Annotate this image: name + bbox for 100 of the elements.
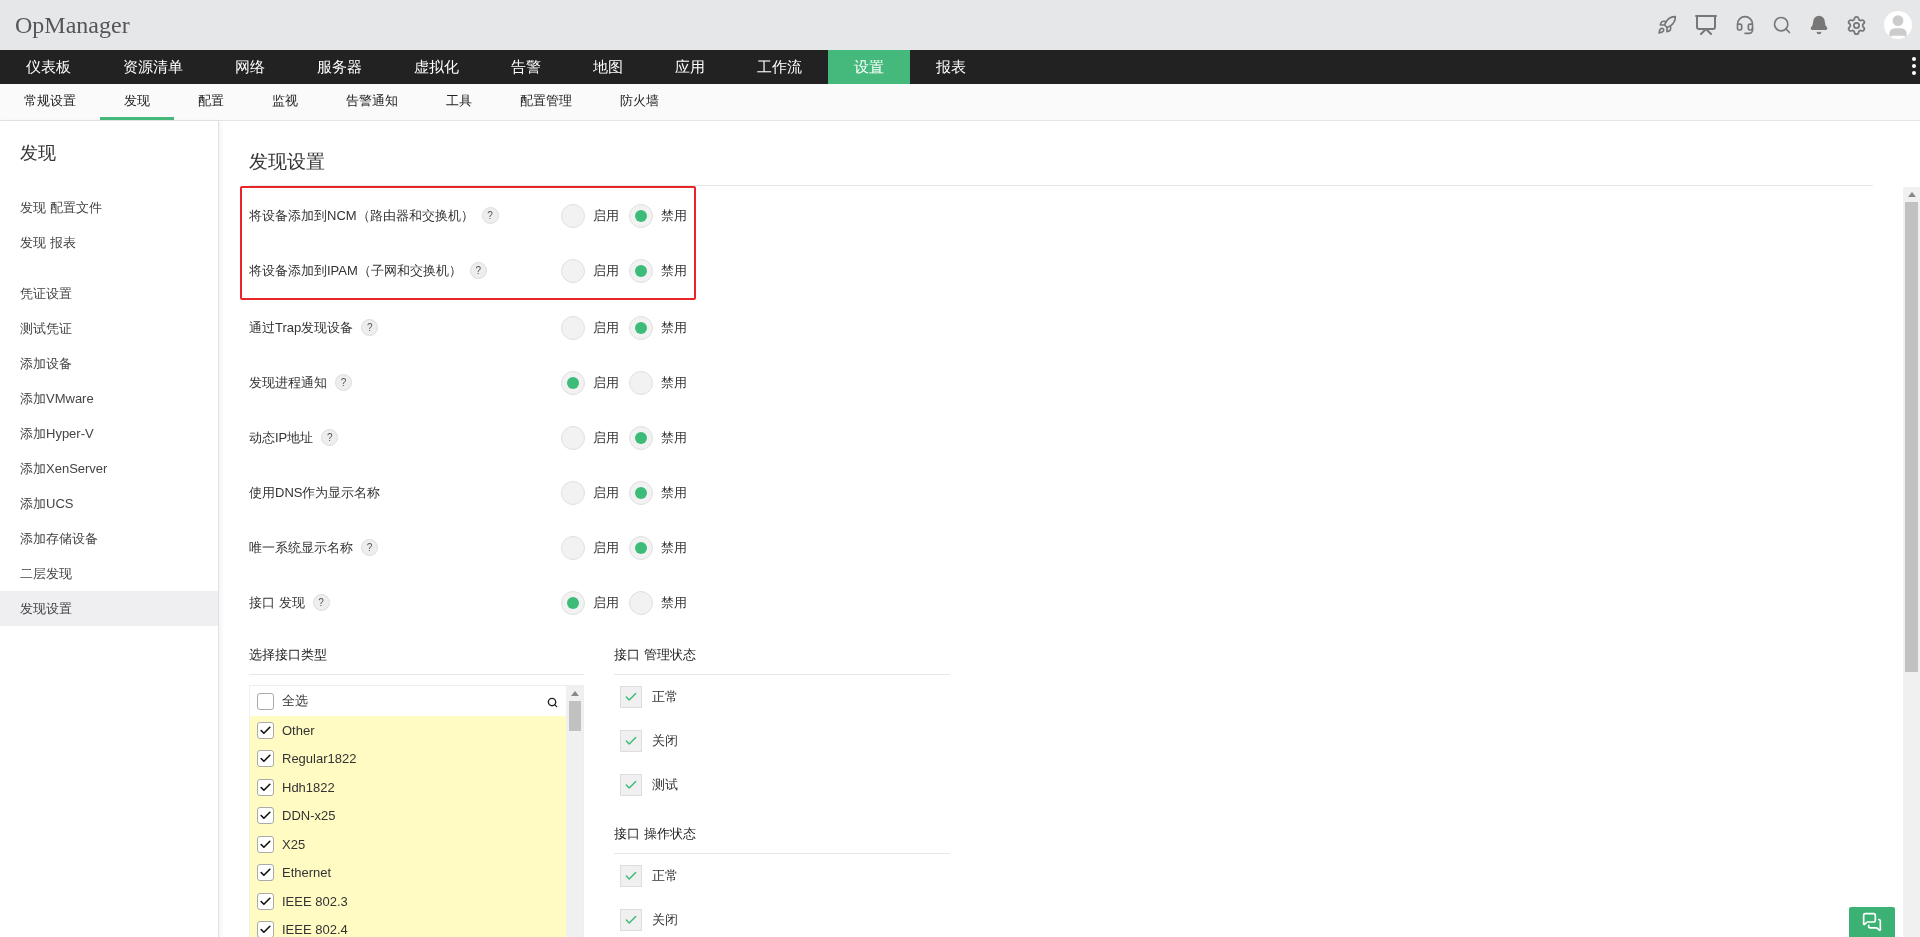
scrollbar[interactable] xyxy=(566,686,583,937)
help-icon[interactable]: ? xyxy=(481,207,499,224)
checkbox-label: DDN-x25 xyxy=(282,808,336,824)
nav-tab[interactable]: 地图 xyxy=(567,50,649,84)
section-title: 接口 操作状态 xyxy=(614,815,950,854)
checkbox-label: 测试 xyxy=(652,776,678,794)
subnav-tab[interactable]: 配置管理 xyxy=(496,84,596,120)
checkbox-label: 正常 xyxy=(652,867,678,885)
checkbox[interactable] xyxy=(257,864,274,882)
setting-label: 接口 发现 xyxy=(249,593,305,612)
rocket-icon[interactable] xyxy=(1657,15,1677,35)
checkbox-label: IEEE 802.3 xyxy=(282,893,348,909)
sidebar-title: 发现 xyxy=(19,142,57,165)
checkbox-label: Regular1822 xyxy=(282,751,357,767)
radio-label: 禁用 xyxy=(661,483,687,502)
subnav-tab[interactable]: 告警通知 xyxy=(322,84,422,120)
radio-button[interactable] xyxy=(629,258,653,283)
radio-button[interactable] xyxy=(629,480,653,505)
radio-button[interactable] xyxy=(561,315,585,340)
checkbox-label: 正常 xyxy=(652,688,678,706)
radio-button[interactable] xyxy=(561,590,585,615)
nav-tab[interactable]: 应用 xyxy=(649,50,731,84)
setting-label: 将设备添加到IPAM（子网和交换机） xyxy=(249,261,462,280)
sidebar-item[interactable]: 添加VMware xyxy=(0,381,218,416)
sidebar-item[interactable]: 发现 配置文件 xyxy=(0,190,218,225)
radio-button[interactable] xyxy=(629,203,653,228)
nav-tab[interactable]: 报表 xyxy=(910,50,992,84)
help-icon[interactable]: ? xyxy=(469,262,487,279)
radio-button[interactable] xyxy=(561,370,585,395)
section-title: 选择接口类型 xyxy=(249,636,584,675)
radio-label: 禁用 xyxy=(661,318,687,337)
more-icon[interactable] xyxy=(1912,57,1916,75)
radio-button[interactable] xyxy=(629,315,653,340)
help-icon[interactable]: ? xyxy=(321,429,339,446)
checkbox[interactable] xyxy=(257,721,274,739)
sidebar-item[interactable]: 测试凭证 xyxy=(0,311,218,346)
sidebar-item[interactable]: 发现 报表 xyxy=(0,225,218,260)
settings-icon[interactable] xyxy=(1846,14,1867,36)
checkbox[interactable] xyxy=(257,750,274,768)
sidebar-item[interactable]: 发现设置 xyxy=(0,591,218,626)
nav-tab[interactable]: 服务器 xyxy=(291,50,388,84)
radio-button[interactable] xyxy=(629,590,653,615)
sidebar-item[interactable]: 二层发现 xyxy=(0,556,218,591)
radio-label: 禁用 xyxy=(661,538,687,557)
chat-button[interactable] xyxy=(1849,907,1895,937)
checkbox[interactable] xyxy=(257,835,274,853)
help-icon[interactable]: ? xyxy=(361,319,379,336)
sidebar-item[interactable]: 添加存储设备 xyxy=(0,521,218,556)
scrollbar[interactable] xyxy=(1903,187,1920,937)
subnav-tab[interactable]: 常规设置 xyxy=(0,84,100,120)
radio-button[interactable] xyxy=(629,535,653,560)
setting-label: 将设备添加到NCM（路由器和交换机） xyxy=(249,206,474,225)
search-icon[interactable] xyxy=(547,697,558,708)
radio-button[interactable] xyxy=(561,425,585,450)
page-title: 发现设置 xyxy=(249,149,1873,186)
help-icon[interactable]: ? xyxy=(335,374,352,391)
checkbox[interactable] xyxy=(257,807,274,825)
nav-tab[interactable]: 仪表板 xyxy=(0,50,97,84)
radio-button[interactable] xyxy=(561,203,585,228)
checkbox-label: 关闭 xyxy=(652,911,678,929)
radio-label: 启用 xyxy=(593,206,619,225)
chat-icon xyxy=(1862,912,1882,932)
bell-icon[interactable] xyxy=(1809,15,1829,35)
checkbox-label: X25 xyxy=(282,836,306,852)
checkmark-icon xyxy=(624,869,638,883)
help-icon[interactable]: ? xyxy=(312,594,330,611)
avatar-icon[interactable] xyxy=(1884,11,1912,39)
checkbox-label: 全选 xyxy=(282,692,308,710)
radio-label: 启用 xyxy=(593,483,619,502)
subnav-tab[interactable]: 防火墙 xyxy=(596,84,683,120)
nav-tab[interactable]: 网络 xyxy=(209,50,291,84)
radio-button[interactable] xyxy=(561,480,585,505)
radio-button[interactable] xyxy=(629,370,653,395)
subnav-tab[interactable]: 监视 xyxy=(248,84,322,120)
setting-label: 使用DNS作为显示名称 xyxy=(249,483,381,502)
checkbox-label: Hdh1822 xyxy=(282,779,335,795)
presentation-icon[interactable] xyxy=(1694,13,1718,37)
help-icon[interactable]: ? xyxy=(361,539,378,556)
radio-button[interactable] xyxy=(629,425,653,450)
checkbox[interactable] xyxy=(257,778,274,796)
sidebar-item[interactable]: 添加设备 xyxy=(0,346,218,381)
radio-button[interactable] xyxy=(561,535,585,560)
headset-icon[interactable] xyxy=(1735,15,1755,35)
sidebar-item[interactable]: 添加Hyper-V xyxy=(0,416,218,451)
sidebar-item[interactable]: 凭证设置 xyxy=(0,276,218,311)
nav-tab[interactable]: 虚拟化 xyxy=(388,50,485,84)
checkbox[interactable] xyxy=(257,921,274,937)
nav-tab[interactable]: 资源清单 xyxy=(97,50,209,84)
radio-label: 启用 xyxy=(593,261,619,280)
setting-label: 通过Trap发现设备 xyxy=(249,318,354,337)
checkbox[interactable] xyxy=(257,892,274,910)
subnav-tab[interactable]: 工具 xyxy=(422,84,496,120)
checkbox-label: Other xyxy=(282,722,315,738)
nav-tab[interactable]: 告警 xyxy=(485,50,567,84)
checkbox[interactable] xyxy=(257,692,274,710)
sidebar-item[interactable]: 添加XenServer xyxy=(0,451,218,486)
subnav-tab[interactable]: 配置 xyxy=(174,84,248,120)
sidebar-item[interactable]: 添加UCS xyxy=(0,486,218,521)
nav-tab[interactable]: 工作流 xyxy=(731,50,828,84)
radio-button[interactable] xyxy=(561,258,585,283)
